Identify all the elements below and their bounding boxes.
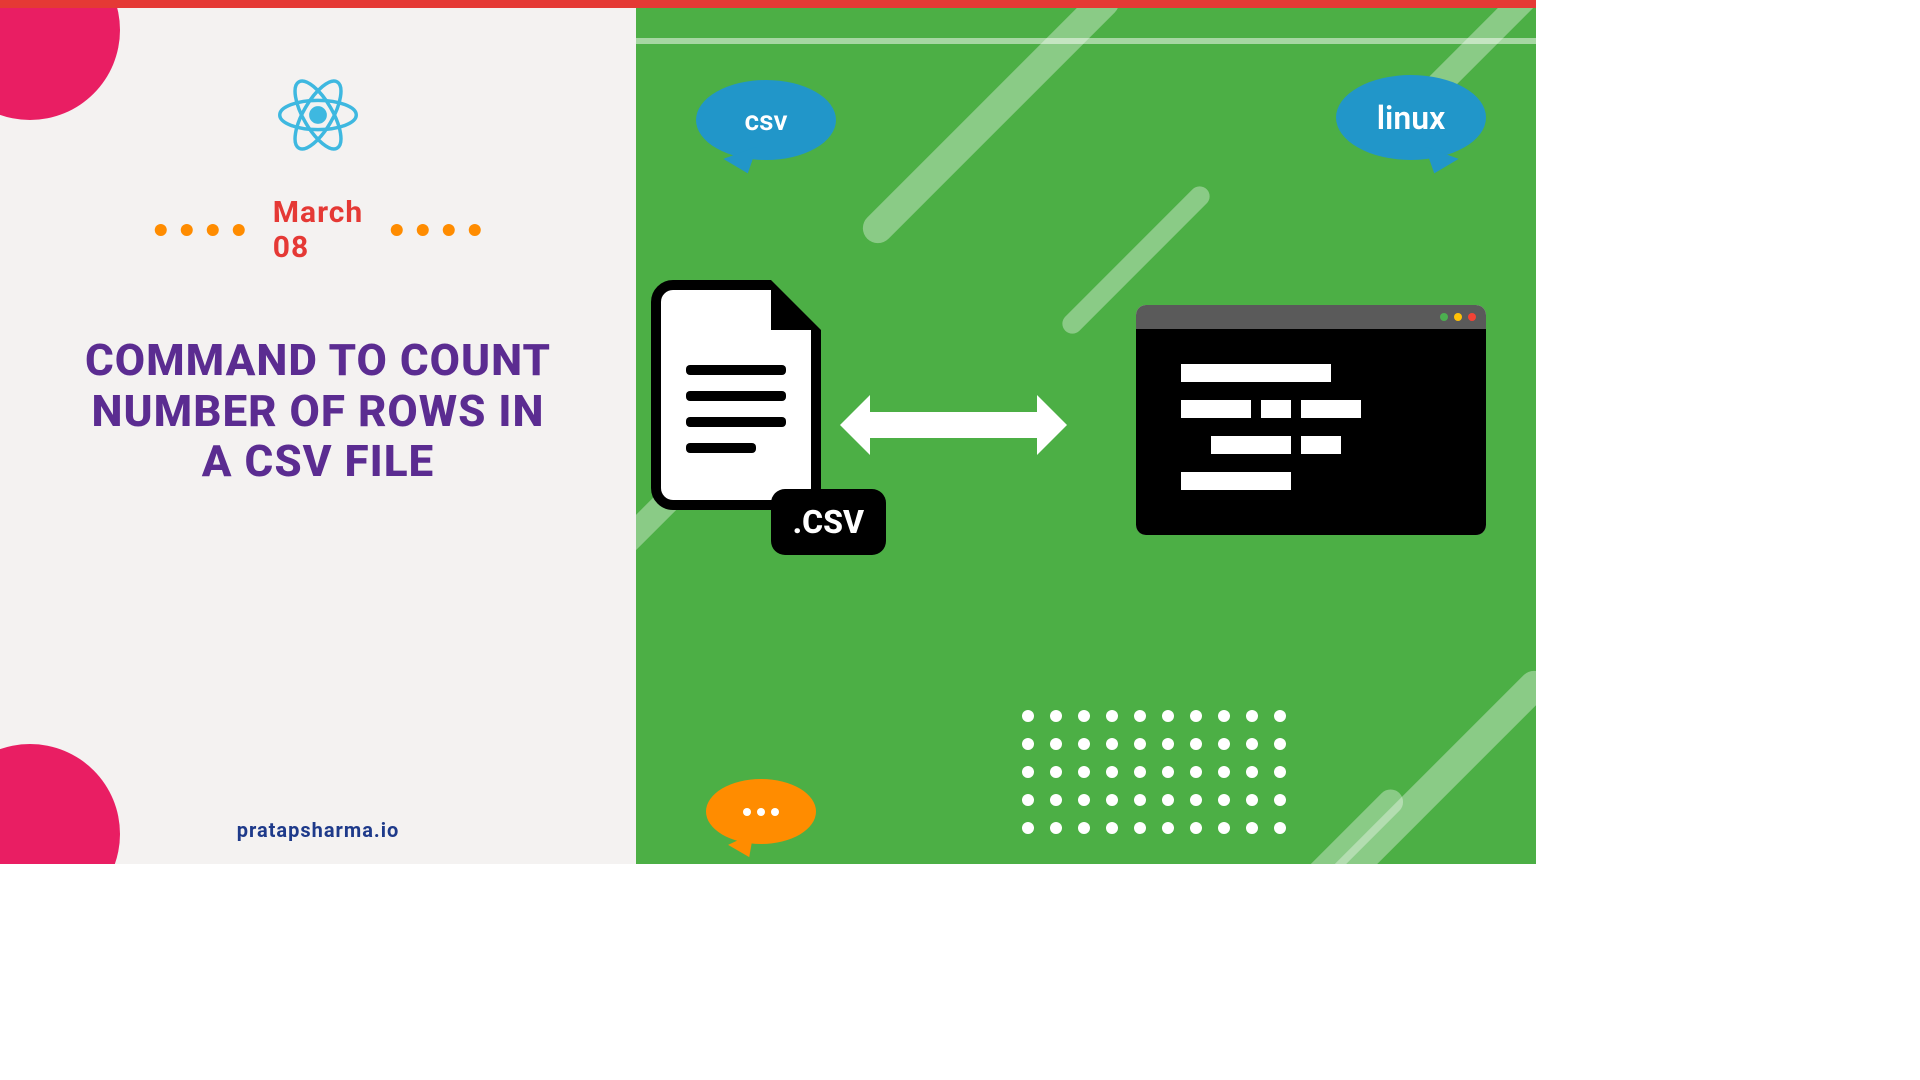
right-panel: csv linux .CSV [636, 0, 1536, 864]
date-label: March 08 [273, 195, 363, 265]
decorative-circle-bottom [0, 744, 120, 864]
ellipsis-bubble [706, 779, 816, 844]
date-row: March 08 [155, 195, 481, 265]
tag-csv-label: csv [744, 104, 787, 137]
react-icon [278, 75, 358, 159]
dots-right [391, 224, 481, 236]
top-accent-bar [0, 0, 1536, 8]
site-url: pratapsharma.io [237, 818, 400, 842]
main-container: March 08 COMMAND TO COUNT NUMBER OF ROWS… [0, 0, 1536, 864]
terminal-icon [1136, 305, 1486, 535]
bidirectional-arrow-icon [866, 395, 1041, 455]
dots-left [155, 224, 245, 236]
tag-bubble-csv: csv [696, 80, 836, 160]
csv-file-icon: .CSV [651, 280, 851, 550]
tag-linux-label: linux [1377, 99, 1446, 137]
decorative-circle-top [0, 0, 120, 120]
tag-bubble-linux: linux [1336, 75, 1486, 160]
left-panel: March 08 COMMAND TO COUNT NUMBER OF ROWS… [0, 0, 636, 864]
page-title: COMMAND TO COUNT NUMBER OF ROWS IN A CSV… [78, 335, 558, 487]
dot-grid-decoration [1022, 710, 1286, 834]
file-ext-badge: .CSV [771, 489, 886, 555]
